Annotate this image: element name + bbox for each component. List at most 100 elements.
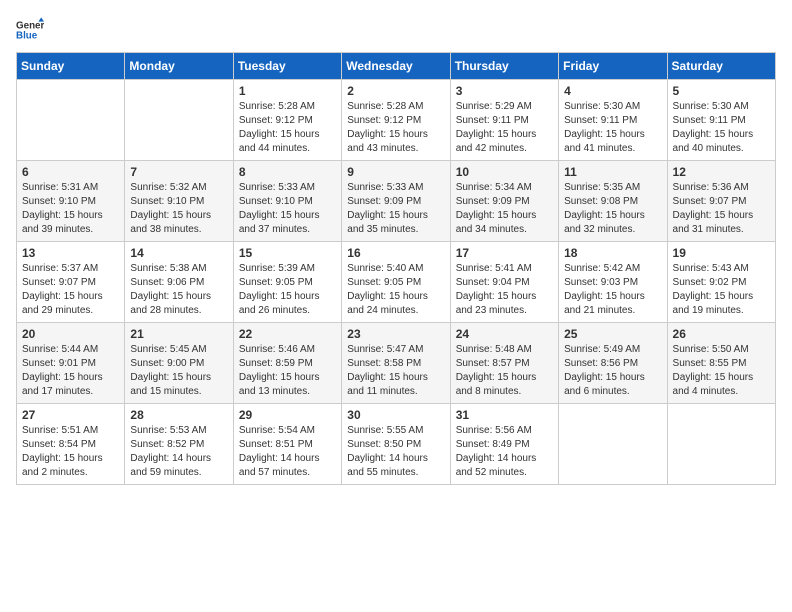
day-info: Sunrise: 5:33 AM Sunset: 9:09 PM Dayligh… bbox=[347, 181, 444, 237]
day-info: Sunrise: 5:28 AM Sunset: 9:12 PM Dayligh… bbox=[239, 100, 336, 156]
day-number: 29 bbox=[239, 408, 336, 422]
day-number: 31 bbox=[456, 408, 553, 422]
day-number: 13 bbox=[22, 246, 119, 260]
calendar-week-row: 20Sunrise: 5:44 AM Sunset: 9:01 PM Dayli… bbox=[17, 323, 776, 404]
calendar-day-9: 9Sunrise: 5:33 AM Sunset: 9:09 PM Daylig… bbox=[342, 161, 450, 242]
day-number: 5 bbox=[673, 84, 770, 98]
day-number: 17 bbox=[456, 246, 553, 260]
svg-text:Blue: Blue bbox=[16, 30, 38, 41]
calendar-day-17: 17 Sunrise: 5:41 AM Sunset: 9:04 PM Dayli… bbox=[450, 242, 558, 323]
calendar-day-12: 12 Sunrise: 5:36 AM Sunset: 9:07 PM Dayli… bbox=[667, 161, 775, 242]
day-info: Sunrise: 5:44 AM Sunset: 9:01 PM Dayligh… bbox=[22, 343, 119, 399]
calendar-header-friday: Friday bbox=[559, 53, 667, 80]
day-number: 19 bbox=[673, 246, 770, 260]
day-number: 6 bbox=[22, 165, 119, 179]
day-info: Sunrise: 5:51 AM Sunset: 8:54 PM Dayligh… bbox=[22, 424, 119, 480]
calendar-day-10: 10Sunrise: 5:34 AM Sunset: 9:09 PM Dayli… bbox=[450, 161, 558, 242]
day-info: Sunrise: 5:46 AM Sunset: 8:59 PM Dayligh… bbox=[239, 343, 336, 399]
day-info: Sunrise: 5:54 AM Sunset: 8:51 PM Dayligh… bbox=[239, 424, 336, 480]
day-number: 7 bbox=[130, 165, 227, 179]
day-number: 18 bbox=[564, 246, 661, 260]
calendar-header-monday: Monday bbox=[125, 53, 233, 80]
calendar-day-23: 23 Sunrise: 5:47 AM Sunset: 8:58 PM Dayli… bbox=[342, 323, 450, 404]
day-info: Sunrise: 5:49 AM Sunset: 8:56 PM Dayligh… bbox=[564, 343, 661, 399]
day-number: 27 bbox=[22, 408, 119, 422]
day-info: Sunrise: 5:55 AM Sunset: 8:50 PM Dayligh… bbox=[347, 424, 444, 480]
calendar-header-saturday: Saturday bbox=[667, 53, 775, 80]
calendar-day-29: 29 Sunrise: 5:54 AM Sunset: 8:51 PM Dayli… bbox=[233, 404, 341, 485]
calendar-day-13: 13 Sunrise: 5:37 AM Sunset: 9:07 PM Dayli… bbox=[17, 242, 125, 323]
day-number: 4 bbox=[564, 84, 661, 98]
day-number: 25 bbox=[564, 327, 661, 341]
day-number: 11 bbox=[564, 165, 661, 179]
day-info: Sunrise: 5:28 AM Sunset: 9:12 PM Dayligh… bbox=[347, 100, 444, 156]
calendar-day-27: 27 Sunrise: 5:51 AM Sunset: 8:54 PM Dayli… bbox=[17, 404, 125, 485]
calendar-day-28: 28 Sunrise: 5:53 AM Sunset: 8:52 PM Dayli… bbox=[125, 404, 233, 485]
day-number: 8 bbox=[239, 165, 336, 179]
day-info: Sunrise: 5:53 AM Sunset: 8:52 PM Dayligh… bbox=[130, 424, 227, 480]
day-number: 10 bbox=[456, 165, 553, 179]
calendar-day-15: 15 Sunrise: 5:39 AM Sunset: 9:05 PM Dayli… bbox=[233, 242, 341, 323]
calendar-day-14: 14 Sunrise: 5:38 AM Sunset: 9:06 PM Dayli… bbox=[125, 242, 233, 323]
calendar-empty-cell bbox=[559, 404, 667, 485]
day-number: 3 bbox=[456, 84, 553, 98]
day-number: 12 bbox=[673, 165, 770, 179]
calendar-header-tuesday: Tuesday bbox=[233, 53, 341, 80]
day-info: Sunrise: 5:40 AM Sunset: 9:05 PM Dayligh… bbox=[347, 262, 444, 318]
day-number: 28 bbox=[130, 408, 227, 422]
calendar-day-6: 6 Sunrise: 5:31 AM Sunset: 9:10 PM Daylig… bbox=[17, 161, 125, 242]
day-number: 22 bbox=[239, 327, 336, 341]
calendar-empty-cell bbox=[667, 404, 775, 485]
calendar-week-row: 27 Sunrise: 5:51 AM Sunset: 8:54 PM Dayli… bbox=[17, 404, 776, 485]
day-info: Sunrise: 5:36 AM Sunset: 9:07 PM Dayligh… bbox=[673, 181, 770, 237]
day-number: 15 bbox=[239, 246, 336, 260]
calendar-body: 1Sunrise: 5:28 AM Sunset: 9:12 PM Daylig… bbox=[17, 80, 776, 485]
day-info: Sunrise: 5:38 AM Sunset: 9:06 PM Dayligh… bbox=[130, 262, 227, 318]
calendar-week-row: 1Sunrise: 5:28 AM Sunset: 9:12 PM Daylig… bbox=[17, 80, 776, 161]
calendar-day-2: 2Sunrise: 5:28 AM Sunset: 9:12 PM Daylig… bbox=[342, 80, 450, 161]
calendar-day-31: 31 Sunrise: 5:56 AM Sunset: 8:49 PM Dayli… bbox=[450, 404, 558, 485]
day-info: Sunrise: 5:48 AM Sunset: 8:57 PM Dayligh… bbox=[456, 343, 553, 399]
calendar-day-5: 5 Sunrise: 5:30 AM Sunset: 9:11 PM Daylig… bbox=[667, 80, 775, 161]
day-number: 21 bbox=[130, 327, 227, 341]
calendar-empty-cell bbox=[17, 80, 125, 161]
calendar-day-4: 4 Sunrise: 5:30 AM Sunset: 9:11 PM Daylig… bbox=[559, 80, 667, 161]
logo-icon: General Blue bbox=[16, 16, 44, 44]
calendar-day-22: 22 Sunrise: 5:46 AM Sunset: 8:59 PM Dayli… bbox=[233, 323, 341, 404]
calendar-empty-cell bbox=[125, 80, 233, 161]
day-info: Sunrise: 5:39 AM Sunset: 9:05 PM Dayligh… bbox=[239, 262, 336, 318]
day-info: Sunrise: 5:42 AM Sunset: 9:03 PM Dayligh… bbox=[564, 262, 661, 318]
day-info: Sunrise: 5:31 AM Sunset: 9:10 PM Dayligh… bbox=[22, 181, 119, 237]
day-number: 30 bbox=[347, 408, 444, 422]
day-info: Sunrise: 5:30 AM Sunset: 9:11 PM Dayligh… bbox=[673, 100, 770, 156]
calendar-day-20: 20Sunrise: 5:44 AM Sunset: 9:01 PM Dayli… bbox=[17, 323, 125, 404]
day-info: Sunrise: 5:45 AM Sunset: 9:00 PM Dayligh… bbox=[130, 343, 227, 399]
day-info: Sunrise: 5:47 AM Sunset: 8:58 PM Dayligh… bbox=[347, 343, 444, 399]
day-info: Sunrise: 5:56 AM Sunset: 8:49 PM Dayligh… bbox=[456, 424, 553, 480]
day-number: 16 bbox=[347, 246, 444, 260]
calendar-day-21: 21 Sunrise: 5:45 AM Sunset: 9:00 PM Dayli… bbox=[125, 323, 233, 404]
day-info: Sunrise: 5:33 AM Sunset: 9:10 PM Dayligh… bbox=[239, 181, 336, 237]
calendar-header-row: SundayMondayTuesdayWednesdayThursdayFrid… bbox=[17, 53, 776, 80]
day-number: 26 bbox=[673, 327, 770, 341]
page-header: General Blue bbox=[16, 16, 776, 44]
day-info: Sunrise: 5:29 AM Sunset: 9:11 PM Dayligh… bbox=[456, 100, 553, 156]
calendar-week-row: 13 Sunrise: 5:37 AM Sunset: 9:07 PM Dayli… bbox=[17, 242, 776, 323]
day-info: Sunrise: 5:30 AM Sunset: 9:11 PM Dayligh… bbox=[564, 100, 661, 156]
calendar-week-row: 6 Sunrise: 5:31 AM Sunset: 9:10 PM Daylig… bbox=[17, 161, 776, 242]
calendar-day-3: 3 Sunrise: 5:29 AM Sunset: 9:11 PM Daylig… bbox=[450, 80, 558, 161]
day-number: 23 bbox=[347, 327, 444, 341]
logo: General Blue bbox=[16, 16, 44, 44]
calendar-day-1: 1Sunrise: 5:28 AM Sunset: 9:12 PM Daylig… bbox=[233, 80, 341, 161]
day-info: Sunrise: 5:37 AM Sunset: 9:07 PM Dayligh… bbox=[22, 262, 119, 318]
day-info: Sunrise: 5:32 AM Sunset: 9:10 PM Dayligh… bbox=[130, 181, 227, 237]
calendar-day-16: 16 Sunrise: 5:40 AM Sunset: 9:05 PM Dayli… bbox=[342, 242, 450, 323]
day-info: Sunrise: 5:41 AM Sunset: 9:04 PM Dayligh… bbox=[456, 262, 553, 318]
calendar-day-26: 26Sunrise: 5:50 AM Sunset: 8:55 PM Dayli… bbox=[667, 323, 775, 404]
calendar-day-7: 7 Sunrise: 5:32 AM Sunset: 9:10 PM Daylig… bbox=[125, 161, 233, 242]
calendar-day-18: 18 Sunrise: 5:42 AM Sunset: 9:03 PM Dayli… bbox=[559, 242, 667, 323]
day-number: 14 bbox=[130, 246, 227, 260]
day-info: Sunrise: 5:35 AM Sunset: 9:08 PM Dayligh… bbox=[564, 181, 661, 237]
calendar-header-thursday: Thursday bbox=[450, 53, 558, 80]
calendar-day-25: 25 Sunrise: 5:49 AM Sunset: 8:56 PM Dayli… bbox=[559, 323, 667, 404]
